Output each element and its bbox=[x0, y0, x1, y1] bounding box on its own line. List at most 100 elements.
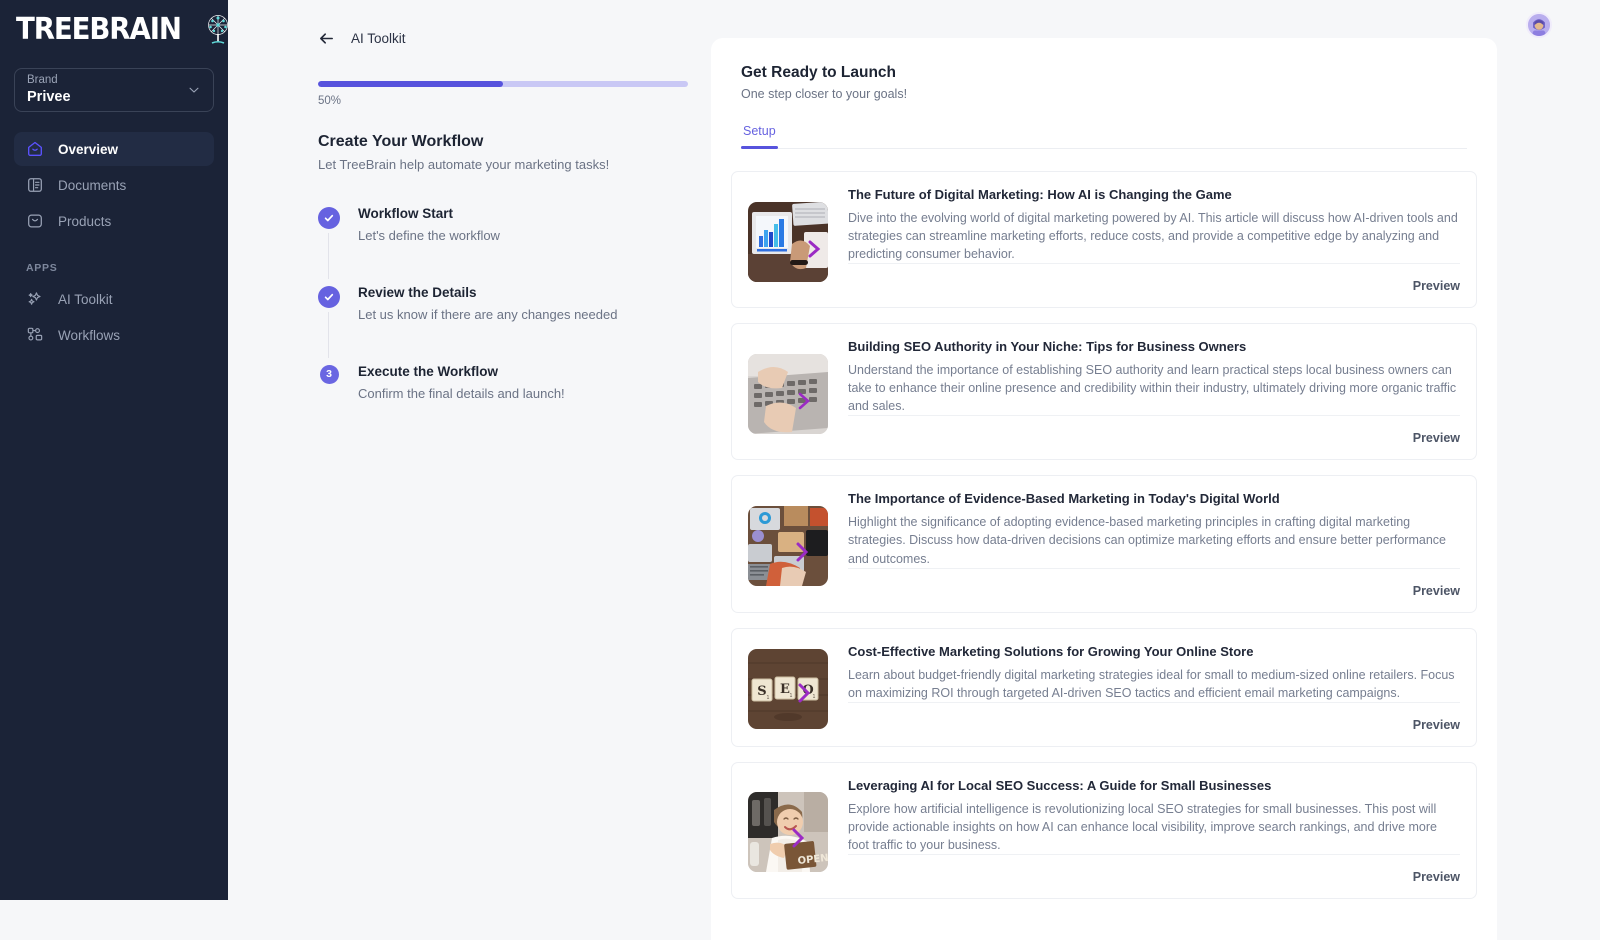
article-card[interactable]: Building SEO Authority in Your Niche: Ti… bbox=[731, 323, 1477, 461]
article-title: Building SEO Authority in Your Niche: Ti… bbox=[848, 339, 1247, 355]
sidebar-nav: Overview Documents Products APPS AI Tool… bbox=[14, 132, 214, 352]
preview-button[interactable]: Preview bbox=[1413, 870, 1460, 888]
launch-panel: Get Ready to Launch One step closer to y… bbox=[711, 38, 1497, 940]
article-footer: Preview bbox=[848, 853, 1460, 888]
back-label: AI Toolkit bbox=[351, 31, 406, 46]
tab-setup[interactable]: Setup bbox=[741, 124, 778, 149]
article-thumbnail: OPEN bbox=[748, 792, 828, 873]
seo-scrabble-tiles-photo: SEO 111 bbox=[748, 649, 828, 730]
workflow-step[interactable]: Review the Details Let us know if there … bbox=[318, 283, 688, 362]
svg-text:1: 1 bbox=[789, 693, 792, 699]
svg-text:1: 1 bbox=[812, 694, 815, 700]
step-desc: Let's define the workflow bbox=[358, 228, 500, 244]
step-desc: Let us know if there are any changes nee… bbox=[358, 307, 618, 322]
sidebar-item-label: AI Toolkit bbox=[58, 291, 113, 307]
sidebar-section-apps: APPS bbox=[26, 262, 58, 274]
sidebar: TREEBRAIN Brand Privee Overview Document… bbox=[0, 0, 229, 900]
svg-text:S: S bbox=[757, 684, 766, 699]
step-number-badge: 3 bbox=[319, 364, 339, 384]
article-footer: Preview bbox=[848, 263, 1460, 297]
workflow-subtitle: Let TreeBrain help automate your marketi… bbox=[318, 157, 610, 172]
article-card[interactable]: The Future of Digital Marketing: How AI … bbox=[731, 171, 1477, 309]
article-thumbnail: SEO 111 bbox=[748, 649, 828, 730]
article-title: The Importance of Evidence-Based Marketi… bbox=[848, 491, 1280, 507]
arrow-left-icon bbox=[320, 33, 333, 44]
step-title: Review the Details bbox=[358, 284, 477, 300]
step-desc: Confirm the final details and launch! bbox=[358, 385, 565, 401]
shop-owner-open-sign-photo: OPEN bbox=[748, 792, 828, 873]
article-description: Explore how artificial intelligence is r… bbox=[848, 801, 1437, 852]
sidebar-item-documents[interactable]: Documents bbox=[14, 168, 214, 202]
article-description: Dive into the evolving world of digital … bbox=[848, 210, 1458, 262]
preview-button[interactable]: Preview bbox=[1413, 279, 1460, 297]
step-marker: 3 bbox=[318, 362, 340, 404]
article-body: The Importance of Evidence-Based Marketi… bbox=[848, 490, 1460, 601]
preview-button[interactable]: Preview bbox=[1413, 584, 1460, 602]
article-thumbnail bbox=[748, 201, 828, 282]
step-number: 3 bbox=[326, 367, 332, 380]
article-card[interactable]: The Importance of Evidence-Based Marketi… bbox=[731, 475, 1477, 613]
sidebar-item-label: Workflows bbox=[58, 327, 121, 343]
article-body: Leveraging AI for Local SEO Success: A G… bbox=[848, 777, 1460, 888]
main-content: AI Toolkit 50% Create Your Workflow Let … bbox=[228, 0, 1600, 940]
article-list: The Future of Digital Marketing: How AI … bbox=[711, 149, 1497, 899]
user-avatar bbox=[1528, 14, 1550, 36]
article-thumbnail bbox=[748, 353, 828, 434]
check-icon bbox=[324, 214, 334, 222]
workflow-steps: Workflow Start Let's define the workflow… bbox=[318, 204, 688, 403]
back-navigation[interactable]: AI Toolkit bbox=[318, 30, 688, 47]
article-description: Highlight the significance of adopting e… bbox=[848, 515, 1446, 566]
workflow-title: Create Your Workflow bbox=[318, 133, 484, 150]
step-marker bbox=[318, 283, 340, 325]
article-thumbnail bbox=[748, 506, 828, 587]
article-footer: Preview bbox=[848, 415, 1460, 449]
brand-value: Privee bbox=[27, 89, 71, 106]
app-logo[interactable]: TREEBRAIN bbox=[14, 4, 229, 56]
sidebar-item-label: Overview bbox=[58, 141, 119, 157]
brand-selector[interactable]: Brand Privee bbox=[14, 68, 214, 112]
article-description: Understand the importance of establishin… bbox=[848, 363, 1457, 414]
preview-button[interactable]: Preview bbox=[1413, 718, 1460, 736]
step-complete-badge bbox=[318, 207, 340, 229]
panel-header: Get Ready to Launch One step closer to y… bbox=[711, 38, 1497, 149]
chevron-down-icon bbox=[189, 87, 199, 93]
sidebar-item-workflows[interactable]: Workflows bbox=[14, 318, 214, 352]
check-icon bbox=[324, 293, 334, 301]
overhead-desk-laptops-photo bbox=[748, 506, 828, 587]
article-description: Learn about budget-friendly digital mark… bbox=[848, 667, 1455, 700]
step-body: Execute the Workflow Confirm the final d… bbox=[358, 362, 565, 404]
workflow-step[interactable]: 3 Execute the Workflow Confirm the final… bbox=[318, 362, 688, 404]
logo-wordmark: TREEBRAIN bbox=[16, 12, 182, 47]
article-title: Leveraging AI for Local SEO Success: A G… bbox=[848, 777, 1272, 793]
article-body: Building SEO Authority in Your Niche: Ti… bbox=[848, 338, 1460, 449]
tablet-bar-chart-desk-photo bbox=[748, 201, 828, 282]
article-footer: Preview bbox=[848, 567, 1460, 602]
progress-label: 50% bbox=[318, 95, 342, 107]
sidebar-item-label: Documents bbox=[58, 177, 127, 193]
avatar[interactable] bbox=[1526, 12, 1552, 38]
brand-selector-texts: Brand Privee bbox=[27, 73, 71, 107]
nodes-icon bbox=[27, 327, 43, 341]
sidebar-item-ai-toolkit[interactable]: AI Toolkit bbox=[14, 282, 214, 316]
preview-button[interactable]: Preview bbox=[1413, 431, 1460, 449]
sidebar-item-overview[interactable]: Overview bbox=[14, 132, 214, 166]
progress-bar bbox=[318, 81, 688, 87]
step-title: Workflow Start bbox=[358, 206, 454, 221]
panel-subtitle: One step closer to your goals! bbox=[741, 87, 908, 101]
article-body: The Future of Digital Marketing: How AI … bbox=[848, 186, 1460, 297]
article-card[interactable]: SEO 111 Cost-Effective Marketing Solutio… bbox=[731, 627, 1477, 747]
workflow-panel: AI Toolkit 50% Create Your Workflow Let … bbox=[318, 30, 688, 403]
sidebar-item-products[interactable]: Products bbox=[14, 204, 214, 238]
workflow-step[interactable]: Workflow Start Let's define the workflow bbox=[318, 204, 688, 283]
sidebar-item-label: Products bbox=[58, 213, 112, 229]
progress-section: 50% bbox=[318, 81, 688, 107]
article-card[interactable]: OPEN Leveraging AI for Local SEO Success… bbox=[731, 761, 1477, 899]
home-icon bbox=[28, 141, 42, 156]
panel-tabs: Setup bbox=[741, 124, 1467, 149]
panel-title: Get Ready to Launch bbox=[741, 64, 897, 81]
hands-typing-laptop-photo bbox=[748, 353, 828, 434]
sparkles-icon bbox=[28, 292, 41, 305]
document-icon bbox=[28, 178, 42, 192]
article-title: The Future of Digital Marketing: How AI … bbox=[848, 187, 1232, 202]
brand-label: Brand bbox=[27, 73, 58, 86]
